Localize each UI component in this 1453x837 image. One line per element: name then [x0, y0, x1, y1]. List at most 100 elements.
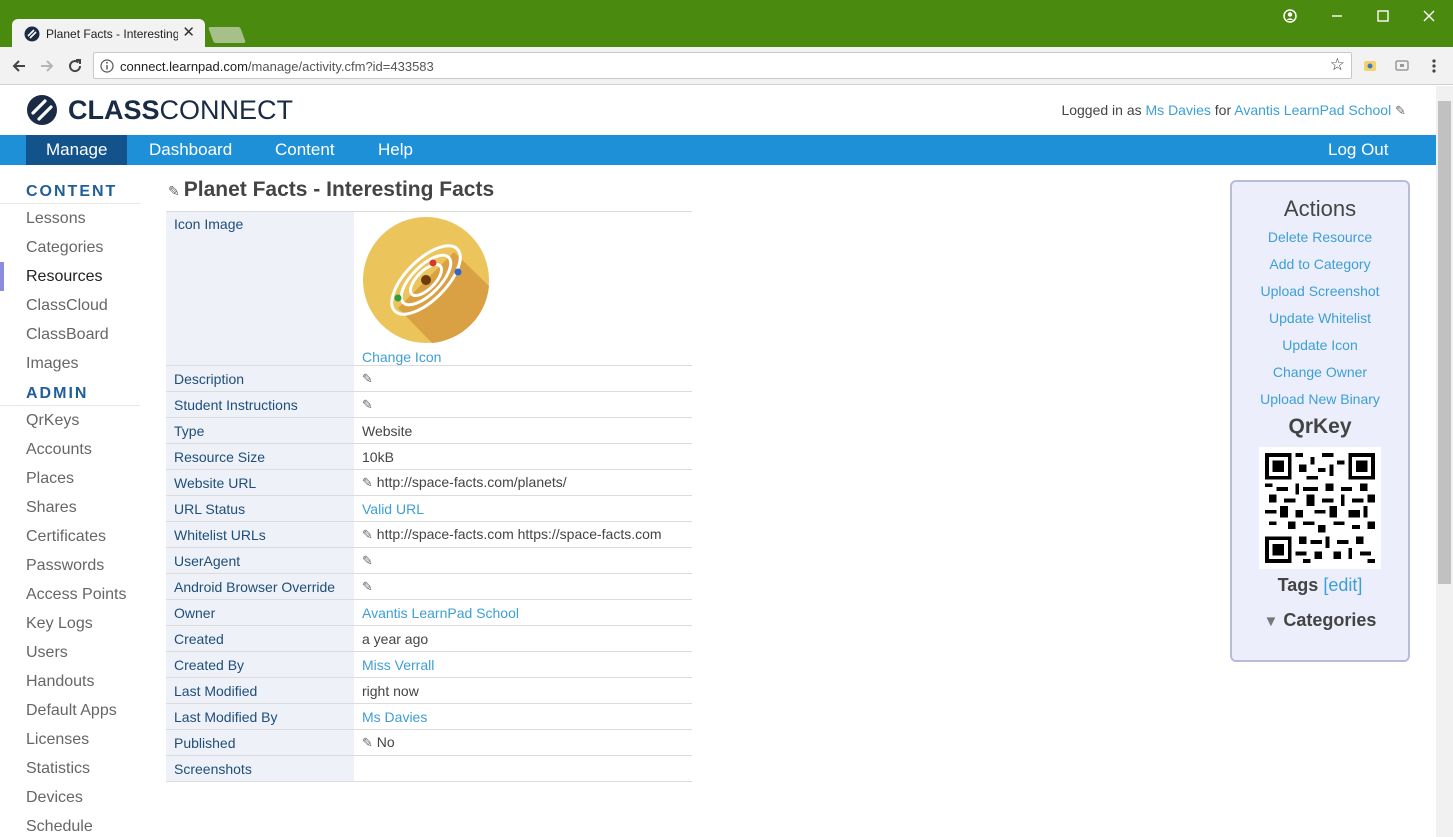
actions-panel: Actions Delete Resource Add to Category …	[1230, 180, 1410, 662]
new-tab-button[interactable]	[208, 27, 246, 43]
edit-pencil-icon[interactable]: ✎	[362, 579, 373, 594]
reload-icon[interactable]	[65, 56, 85, 76]
school-link[interactable]: Avantis LearnPad School	[1234, 102, 1391, 118]
edit-tags-link[interactable]: [edit]	[1323, 575, 1362, 595]
change-icon-link[interactable]: Change Icon	[362, 349, 684, 365]
sidebar-item-categories[interactable]: Categories	[0, 233, 140, 262]
table-row: Published ✎ No	[166, 729, 692, 756]
current-user-link[interactable]: Ms Davies	[1146, 102, 1211, 118]
sidebar-item-resources[interactable]: Resources	[0, 262, 140, 291]
sidebar-item-devices[interactable]: Devices	[0, 783, 140, 812]
sidebar-item-images[interactable]: Images	[0, 349, 140, 378]
qr-code	[1259, 447, 1381, 569]
tab-close-icon[interactable]: ✕	[182, 25, 195, 41]
sidebar: CONTENT Lessons Categories Resources Cla…	[0, 180, 140, 837]
sidebar-item-access-points[interactable]: Access Points	[0, 580, 140, 609]
type-value: Website	[354, 417, 692, 444]
nav-content[interactable]: Content	[255, 135, 355, 165]
scroll-thumb[interactable]	[1438, 101, 1451, 584]
table-row: Created a year ago	[166, 625, 692, 652]
page-scrollbar[interactable]	[1436, 86, 1453, 837]
classconnect-logo[interactable]: CLASSCONNECT	[26, 94, 293, 126]
sidebar-item-passwords[interactable]: Passwords	[0, 551, 140, 580]
close-window-icon[interactable]	[1419, 6, 1439, 26]
row-label: Screenshots	[166, 755, 354, 782]
sidebar-item-qrkeys[interactable]: QrKeys	[0, 406, 140, 435]
browser-tab[interactable]: Planet Facts - Interesting Facts ✕	[12, 19, 205, 49]
sidebar-item-default-apps[interactable]: Default Apps	[0, 696, 140, 725]
browser-menu-icon[interactable]	[1424, 56, 1444, 76]
table-row: Whitelist URLs ✎ http://space-facts.com …	[166, 521, 692, 548]
minimize-icon[interactable]	[1327, 6, 1347, 26]
upload-new-binary-link[interactable]: Upload New Binary	[1232, 386, 1408, 413]
delete-resource-link[interactable]: Delete Resource	[1232, 224, 1408, 251]
url-status-link[interactable]: Valid URL	[362, 501, 424, 517]
nav-help[interactable]: Help	[358, 135, 433, 165]
edit-pencil-icon[interactable]: ✎	[1395, 103, 1406, 118]
edit-pencil-icon[interactable]: ✎	[362, 397, 373, 412]
edit-pencil-icon[interactable]: ✎	[362, 371, 373, 386]
table-row: URL Status Valid URL	[166, 495, 692, 522]
table-row: Description ✎	[166, 365, 692, 392]
modified-by-link[interactable]: Ms Davies	[362, 709, 427, 725]
forward-arrow-icon[interactable]	[37, 56, 57, 76]
edit-title-pencil-icon[interactable]: ✎	[168, 183, 180, 199]
table-row: Android Browser Override ✎	[166, 573, 692, 600]
table-row: Website URL ✎ http://space-facts.com/pla…	[166, 469, 692, 496]
edit-pencil-icon[interactable]: ✎	[362, 475, 373, 490]
sidebar-item-certificates[interactable]: Certificates	[0, 522, 140, 551]
sidebar-item-schedule[interactable]: Schedule	[0, 812, 140, 837]
sidebar-item-places[interactable]: Places	[0, 464, 140, 493]
sidebar-item-shares[interactable]: Shares	[0, 493, 140, 522]
maximize-icon[interactable]	[1373, 6, 1393, 26]
cast-icon[interactable]	[1392, 56, 1412, 76]
row-label: Created	[166, 625, 354, 652]
row-label: Owner	[166, 599, 354, 626]
add-to-category-link[interactable]: Add to Category	[1232, 251, 1408, 278]
sidebar-heading-content: CONTENT	[0, 180, 140, 204]
edit-pencil-icon[interactable]: ✎	[362, 553, 373, 568]
bookmark-star-icon[interactable]: ☆	[1330, 55, 1345, 75]
edit-pencil-icon[interactable]: ✎	[362, 527, 373, 542]
table-row: Created By Miss Verrall	[166, 651, 692, 678]
back-arrow-icon[interactable]	[9, 56, 29, 76]
sidebar-item-classboard[interactable]: ClassBoard	[0, 320, 140, 349]
sidebar-item-licenses[interactable]: Licenses	[0, 725, 140, 754]
classconnect-logo-icon	[27, 95, 57, 125]
nav-dashboard[interactable]: Dashboard	[129, 135, 252, 165]
sidebar-item-classcloud[interactable]: ClassCloud	[0, 291, 140, 320]
profile-icon[interactable]	[1280, 6, 1300, 26]
row-label: Last Modified	[166, 677, 354, 704]
table-row: Icon Image Change Icon	[166, 211, 692, 366]
qr-code-icon	[1265, 453, 1375, 563]
row-label: Icon Image	[166, 211, 354, 366]
edit-pencil-icon[interactable]: ✎	[362, 735, 373, 750]
sidebar-item-accounts[interactable]: Accounts	[0, 435, 140, 464]
sidebar-item-statistics[interactable]: Statistics	[0, 754, 140, 783]
sidebar-item-users[interactable]: Users	[0, 638, 140, 667]
sidebar-item-handouts[interactable]: Handouts	[0, 667, 140, 696]
row-label: Whitelist URLs	[166, 521, 354, 548]
nav-manage[interactable]: Manage	[26, 135, 128, 165]
row-label: URL Status	[166, 495, 354, 522]
categories-toggle[interactable]: ▼ Categories	[1232, 610, 1408, 631]
update-whitelist-link[interactable]: Update Whitelist	[1232, 305, 1408, 332]
owner-link[interactable]: Avantis LearnPad School	[362, 605, 519, 621]
row-label: Last Modified By	[166, 703, 354, 730]
info-icon[interactable]	[100, 59, 114, 73]
sidebar-item-lessons[interactable]: Lessons	[0, 204, 140, 233]
table-row: Last Modified right now	[166, 677, 692, 704]
sidebar-item-key-logs[interactable]: Key Logs	[0, 609, 140, 638]
extension-icon[interactable]	[1360, 56, 1380, 76]
change-owner-link[interactable]: Change Owner	[1232, 359, 1408, 386]
page: CLASSCONNECT Logged in as Ms Davies for …	[0, 86, 1436, 837]
row-label: Type	[166, 417, 354, 444]
created-by-link[interactable]: Miss Verrall	[362, 657, 434, 673]
row-label: Website URL	[166, 469, 354, 496]
upload-screenshot-link[interactable]: Upload Screenshot	[1232, 278, 1408, 305]
address-bar[interactable]: connect.learnpad.com/manage/activity.cfm…	[93, 52, 1352, 79]
update-icon-link[interactable]: Update Icon	[1232, 332, 1408, 359]
nav-logout[interactable]: Log Out	[1308, 135, 1409, 165]
resource-details-table: Icon Image Change Icon Description ✎ Stu…	[166, 211, 692, 782]
qrkey-heading: QrKey	[1288, 415, 1352, 438]
